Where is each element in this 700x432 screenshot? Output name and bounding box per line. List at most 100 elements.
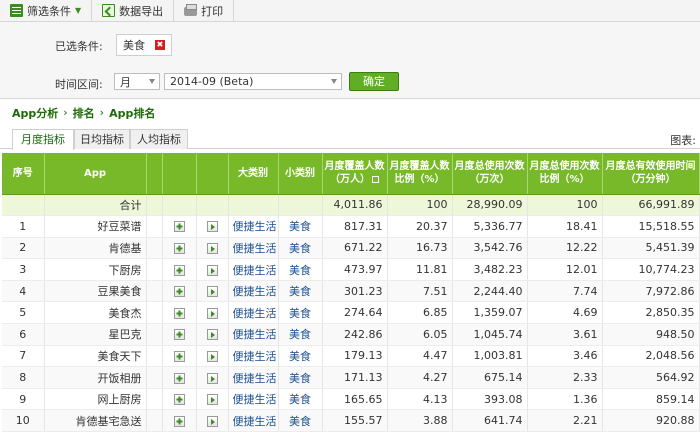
tabs-row: 月度指标 日均指标 人均指标 图表: (0, 126, 700, 150)
header-subcategory[interactable]: 小类别 (278, 153, 323, 195)
header-blank (146, 153, 163, 195)
cell-category[interactable]: 便捷生活 (228, 215, 279, 238)
header-coverage-ratio[interactable]: 月度覆盖人数比例（%） (387, 153, 453, 195)
plus-icon[interactable] (173, 307, 185, 319)
cell-coverage-ratio: 20.37 (387, 215, 453, 238)
cell-coverage-ratio: 11.81 (387, 258, 453, 281)
cell-app[interactable]: 好豆菜谱 (44, 215, 147, 238)
cell-app[interactable]: 网上厨房 (44, 388, 147, 411)
cell-subcategory[interactable]: 美食 (278, 258, 323, 281)
header-usage[interactable]: 月度总使用次数（万次） (452, 153, 528, 195)
plus-icon[interactable] (173, 394, 185, 406)
cell-rank: 9 (2, 388, 45, 411)
cell-category[interactable]: 便捷生活 (228, 409, 279, 432)
selected-conditions-label: 已选条件: (55, 40, 103, 53)
play-icon[interactable] (206, 242, 218, 254)
play-icon[interactable] (206, 394, 218, 406)
plus-icon[interactable] (173, 350, 185, 362)
cell-category[interactable]: 便捷生活 (228, 345, 279, 368)
play-icon[interactable] (206, 307, 218, 319)
plus-icon[interactable] (173, 286, 185, 298)
plus-icon[interactable] (173, 415, 185, 427)
sort-icon[interactable] (372, 175, 379, 183)
cell-time: 7,972.86 (602, 280, 700, 303)
period-select[interactable]: 月 (114, 73, 160, 90)
cell-subcategory[interactable]: 美食 (278, 280, 323, 303)
cell-app[interactable]: 美食天下 (44, 345, 147, 368)
cell-coverage: 155.57 (322, 409, 388, 432)
header-time[interactable]: 月度总有效使用时间（万分钟） (602, 153, 700, 195)
cell-category[interactable]: 便捷生活 (228, 366, 279, 389)
time-range-label: 时间区间: (55, 78, 103, 91)
tab-daily[interactable]: 日均指标 (74, 129, 130, 149)
export-button[interactable]: 数据导出 (92, 0, 175, 21)
list-icon (10, 4, 23, 17)
cell-app[interactable]: 下厨房 (44, 258, 147, 281)
cell-app[interactable]: 星巴克 (44, 323, 147, 346)
cell-app[interactable]: 豆果美食 (44, 280, 147, 303)
month-select[interactable]: 2014-09 (Beta) (164, 73, 342, 90)
table-row: 6 星巴克 便捷生活 美食 242.86 6.05 1,045.74 3.61 … (2, 323, 700, 346)
cell-subcategory[interactable]: 美食 (278, 237, 323, 260)
remove-filter-icon[interactable]: ✖ (155, 40, 165, 50)
plus-icon[interactable] (173, 372, 185, 384)
cell-rank: 2 (2, 237, 45, 260)
cell-coverage: 817.31 (322, 215, 388, 238)
header-usage-ratio[interactable]: 月度总使用次数比例（%） (527, 153, 603, 195)
tab-per-capita[interactable]: 人均指标 (130, 129, 188, 149)
play-icon[interactable] (206, 264, 218, 276)
cell-subcategory[interactable]: 美食 (278, 323, 323, 346)
cell-app[interactable]: 肯德基 (44, 237, 147, 260)
cell-subcategory[interactable]: 美食 (278, 301, 323, 325)
chart-label[interactable]: 图表: (670, 132, 696, 148)
cell-usage: 1,045.74 (452, 323, 528, 346)
breadcrumb-ranking[interactable]: 排名 (73, 105, 95, 121)
plus-icon[interactable] (173, 264, 185, 276)
table-row: 5 美食杰 便捷生活 美食 274.64 6.85 1,359.07 4.69 … (2, 301, 700, 325)
play-icon[interactable] (206, 221, 218, 233)
plus-icon[interactable] (173, 242, 185, 254)
total-label: 合计 (44, 194, 147, 217)
cell-subcategory[interactable]: 美食 (278, 345, 323, 368)
cell-category[interactable]: 便捷生活 (228, 237, 279, 260)
cell-category[interactable]: 便捷生活 (228, 258, 279, 281)
header-app[interactable]: App (44, 153, 147, 195)
play-icon[interactable] (206, 415, 218, 427)
total-usage: 28,990.09 (452, 194, 528, 217)
play-icon[interactable] (206, 372, 218, 384)
cell-subcategory[interactable]: 美食 (278, 409, 323, 432)
printer-icon (184, 4, 198, 16)
cell-time: 920.88 (602, 409, 700, 432)
cell-category[interactable]: 便捷生活 (228, 301, 279, 325)
toolbar: 筛选条件 ▼ 数据导出 打印 (0, 0, 700, 22)
cell-subcategory[interactable]: 美食 (278, 388, 323, 411)
selected-filter-chip: 美食 ✖ (116, 34, 172, 56)
cell-subcategory[interactable]: 美食 (278, 215, 323, 238)
cell-coverage: 179.13 (322, 345, 388, 368)
cell-app[interactable]: 肯德基宅急送 (44, 409, 147, 432)
play-icon[interactable] (206, 286, 218, 298)
cell-app[interactable]: 美食杰 (44, 301, 147, 325)
cell-coverage-ratio: 6.05 (387, 323, 453, 346)
cell-app[interactable]: 开饭相册 (44, 366, 147, 389)
cell-category[interactable]: 便捷生活 (228, 388, 279, 411)
header-coverage[interactable]: 月度覆盖人数（万人） (322, 153, 388, 195)
plus-icon[interactable] (173, 329, 185, 341)
cell-usage-ratio: 2.21 (527, 409, 603, 432)
play-icon[interactable] (206, 350, 218, 362)
header-rank[interactable]: 序号 (2, 153, 45, 195)
breadcrumb-app-analysis[interactable]: App分析 (12, 105, 58, 121)
tab-monthly[interactable]: 月度指标 (12, 129, 74, 150)
cell-rank: 10 (2, 409, 45, 432)
plus-icon[interactable] (173, 221, 185, 233)
play-icon[interactable] (206, 329, 218, 341)
cell-usage: 393.08 (452, 388, 528, 411)
cell-category[interactable]: 便捷生活 (228, 323, 279, 346)
header-category[interactable]: 大类别 (228, 153, 279, 195)
cell-category[interactable]: 便捷生活 (228, 280, 279, 303)
filter-button[interactable]: 筛选条件 ▼ (0, 0, 93, 21)
filter-panel: 已选条件: 美食 ✖ 时间区间: 月 2014-09 (Beta) 确定 (0, 22, 700, 99)
cell-subcategory[interactable]: 美食 (278, 366, 323, 389)
print-button[interactable]: 打印 (174, 0, 235, 21)
confirm-button[interactable]: 确定 (349, 72, 399, 91)
